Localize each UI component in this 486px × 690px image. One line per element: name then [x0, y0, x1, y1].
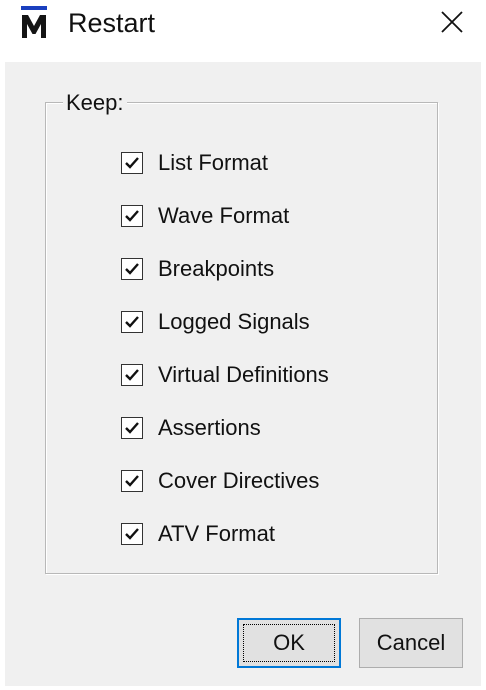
checkbox-box[interactable]: [121, 205, 143, 227]
checkbox-label: Logged Signals: [158, 309, 310, 334]
checkmark-icon: [125, 475, 139, 487]
checkmark-icon: [125, 210, 139, 222]
checkbox-box[interactable]: [121, 152, 143, 174]
checkmark-icon: [125, 422, 139, 434]
checkbox-box[interactable]: [121, 417, 143, 439]
checkbox-label: Assertions: [158, 415, 261, 440]
checkmark-icon: [125, 157, 139, 169]
focus-rectangle: [243, 624, 335, 662]
window-title: Restart: [68, 8, 156, 38]
modelsim-m-icon: [19, 6, 55, 40]
keep-group-label: Keep:: [63, 92, 127, 114]
checkmark-icon: [125, 263, 139, 275]
checkbox-label: Virtual Definitions: [158, 362, 329, 387]
close-button[interactable]: [430, 2, 474, 46]
checkmark-icon: [125, 369, 139, 381]
checkbox-list-format[interactable]: List Format: [121, 148, 268, 178]
restart-dialog: Restart Keep: List Format Wave Format Br…: [0, 0, 486, 690]
checkbox-label: Cover Directives: [158, 468, 320, 493]
close-icon: [439, 9, 465, 40]
checkbox-cover-directives[interactable]: Cover Directives: [121, 466, 319, 496]
title-bar[interactable]: Restart: [0, 0, 486, 54]
checkbox-atv-format[interactable]: ATV Format: [121, 519, 275, 549]
checkbox-label: List Format: [158, 150, 269, 175]
cancel-button[interactable]: Cancel: [359, 618, 463, 668]
ok-button[interactable]: OK: [237, 618, 341, 668]
checkbox-box[interactable]: [121, 470, 143, 492]
checkbox-virtual-definitions[interactable]: Virtual Definitions: [121, 360, 329, 390]
cancel-button-label: Cancel: [376, 630, 446, 655]
checkbox-logged-signals[interactable]: Logged Signals: [121, 307, 310, 337]
checkbox-label: ATV Format: [158, 521, 275, 546]
checkbox-breakpoints[interactable]: Breakpoints: [121, 254, 274, 284]
checkbox-box[interactable]: [121, 311, 143, 333]
checkbox-label: Breakpoints: [158, 256, 275, 281]
checkbox-wave-format[interactable]: Wave Format: [121, 201, 289, 231]
checkbox-label: Wave Format: [158, 203, 290, 228]
checkbox-box[interactable]: [121, 258, 143, 280]
dialog-body: Keep: List Format Wave Format Breakpoint…: [5, 62, 481, 686]
checkbox-box[interactable]: [121, 364, 143, 386]
checkbox-assertions[interactable]: Assertions: [121, 413, 261, 443]
checkmark-icon: [125, 316, 139, 328]
checkmark-icon: [125, 528, 139, 540]
checkbox-box[interactable]: [121, 523, 143, 545]
